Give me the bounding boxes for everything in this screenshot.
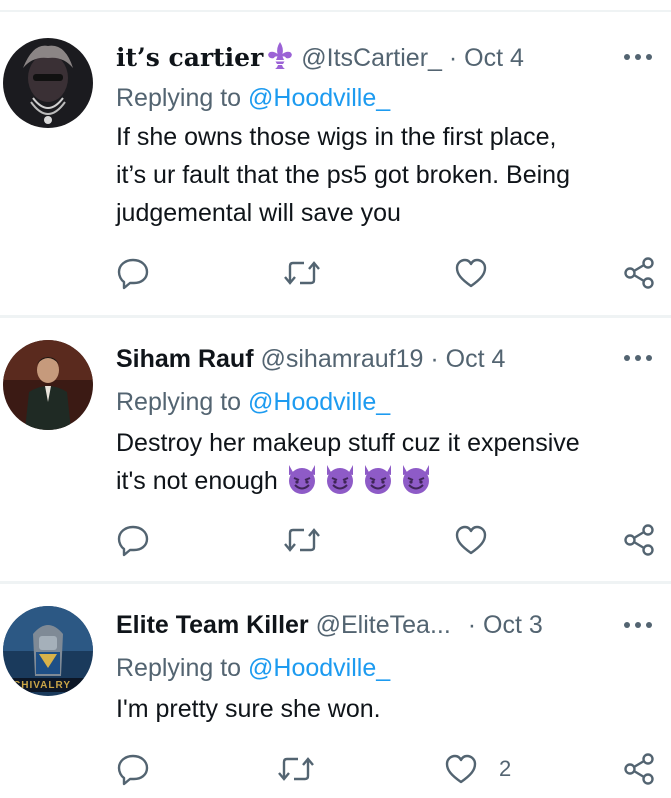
smiling-devil-emoji — [323, 463, 357, 506]
tweet-text-line: it’s ur fault that the ps5 got broken. B… — [116, 161, 570, 189]
tweet-text: Destroy her makeup stuff cuz it expensiv… — [116, 424, 656, 506]
like-count: 2 — [499, 756, 512, 781]
share-icon[interactable] — [622, 256, 656, 290]
action-bar: 2 — [0, 752, 671, 788]
handle[interactable]: @sihamrauf19 — [260, 345, 423, 373]
tweet-text: I'm pretty sure she won. — [116, 690, 656, 728]
timestamp[interactable]: Oct 4 — [446, 345, 506, 373]
smiling-devil-emoji — [399, 463, 433, 506]
tweet-text-line: Destroy her makeup stuff cuz it expensiv… — [116, 429, 580, 457]
avatar[interactable] — [3, 38, 93, 128]
replying-to-label: Replying to — [116, 84, 249, 112]
retweet-icon[interactable] — [284, 523, 320, 557]
tweet-text-line: judgemental will save you — [116, 199, 401, 227]
handle[interactable]: @ItsCartier_ — [301, 44, 442, 72]
replying-to-label: Replying to — [116, 388, 249, 416]
retweet-icon[interactable] — [284, 256, 320, 290]
handle[interactable]: @EliteTea... — [316, 611, 451, 639]
like-icon[interactable] — [444, 752, 478, 786]
retweet-icon[interactable] — [278, 752, 314, 786]
tweet-text-line-with-emoji: it's not enough — [116, 462, 656, 506]
replying-to-line: Replying to @Hoodville_ — [116, 653, 390, 683]
share-icon[interactable] — [622, 752, 656, 786]
avatar[interactable] — [3, 340, 93, 430]
share-icon[interactable] — [622, 523, 656, 557]
more-icon[interactable] — [623, 52, 653, 62]
mention-link[interactable]: @Hoodville_ — [248, 84, 390, 112]
tweet-text-line: I'm pretty sure she won. — [116, 695, 381, 723]
like-icon[interactable] — [454, 523, 488, 557]
mention-link[interactable]: @Hoodville_ — [248, 654, 390, 682]
fleur-de-lis-icon — [265, 40, 295, 77]
reply-icon[interactable] — [116, 523, 150, 557]
reply-icon[interactable] — [116, 256, 150, 290]
separator: · — [467, 611, 477, 639]
replying-to-label: Replying to — [116, 654, 249, 682]
display-name[interactable]: Elite Team Killer — [116, 611, 309, 639]
display-name[interactable]: it’s cartier — [116, 43, 263, 72]
tweet-header: Elite Team Killer @EliteTea... · Oct 3 — [116, 610, 543, 640]
tweet-text: If she owns those wigs in the first plac… — [116, 118, 656, 232]
reply-icon[interactable] — [116, 752, 150, 786]
mention-link[interactable]: @Hoodville_ — [248, 388, 390, 416]
action-bar — [0, 523, 671, 559]
tweet-divider — [0, 315, 671, 318]
timestamp[interactable]: Oct 4 — [464, 44, 524, 72]
separator: · — [448, 44, 458, 72]
tweet-header: it’s cartier @ItsCartier_ · Oct 4 — [116, 40, 524, 77]
more-icon[interactable] — [623, 353, 653, 363]
tweet-header: Siham Rauf @sihamrauf19 · Oct 4 — [116, 344, 505, 374]
tweet-text-line: If she owns those wigs in the first plac… — [116, 123, 557, 151]
tweet-text-line: it's not enough — [116, 467, 278, 495]
more-icon[interactable] — [623, 620, 653, 630]
avatar[interactable]: CHIVALRY — [3, 606, 93, 696]
top-divider — [0, 10, 671, 12]
tweet-divider — [0, 581, 671, 584]
smiling-devil-emoji — [361, 463, 395, 506]
display-name[interactable]: Siham Rauf — [116, 345, 254, 373]
like-icon[interactable] — [454, 256, 488, 290]
avatar-overlay-text: CHIVALRY — [13, 680, 71, 691]
smiling-devil-emoji — [285, 463, 319, 506]
timestamp[interactable]: Oct 3 — [483, 611, 543, 639]
replying-to-line: Replying to @Hoodville_ — [116, 387, 390, 417]
separator: · — [430, 345, 439, 373]
action-bar — [0, 256, 671, 292]
replying-to-line: Replying to @Hoodville_ — [116, 83, 390, 113]
